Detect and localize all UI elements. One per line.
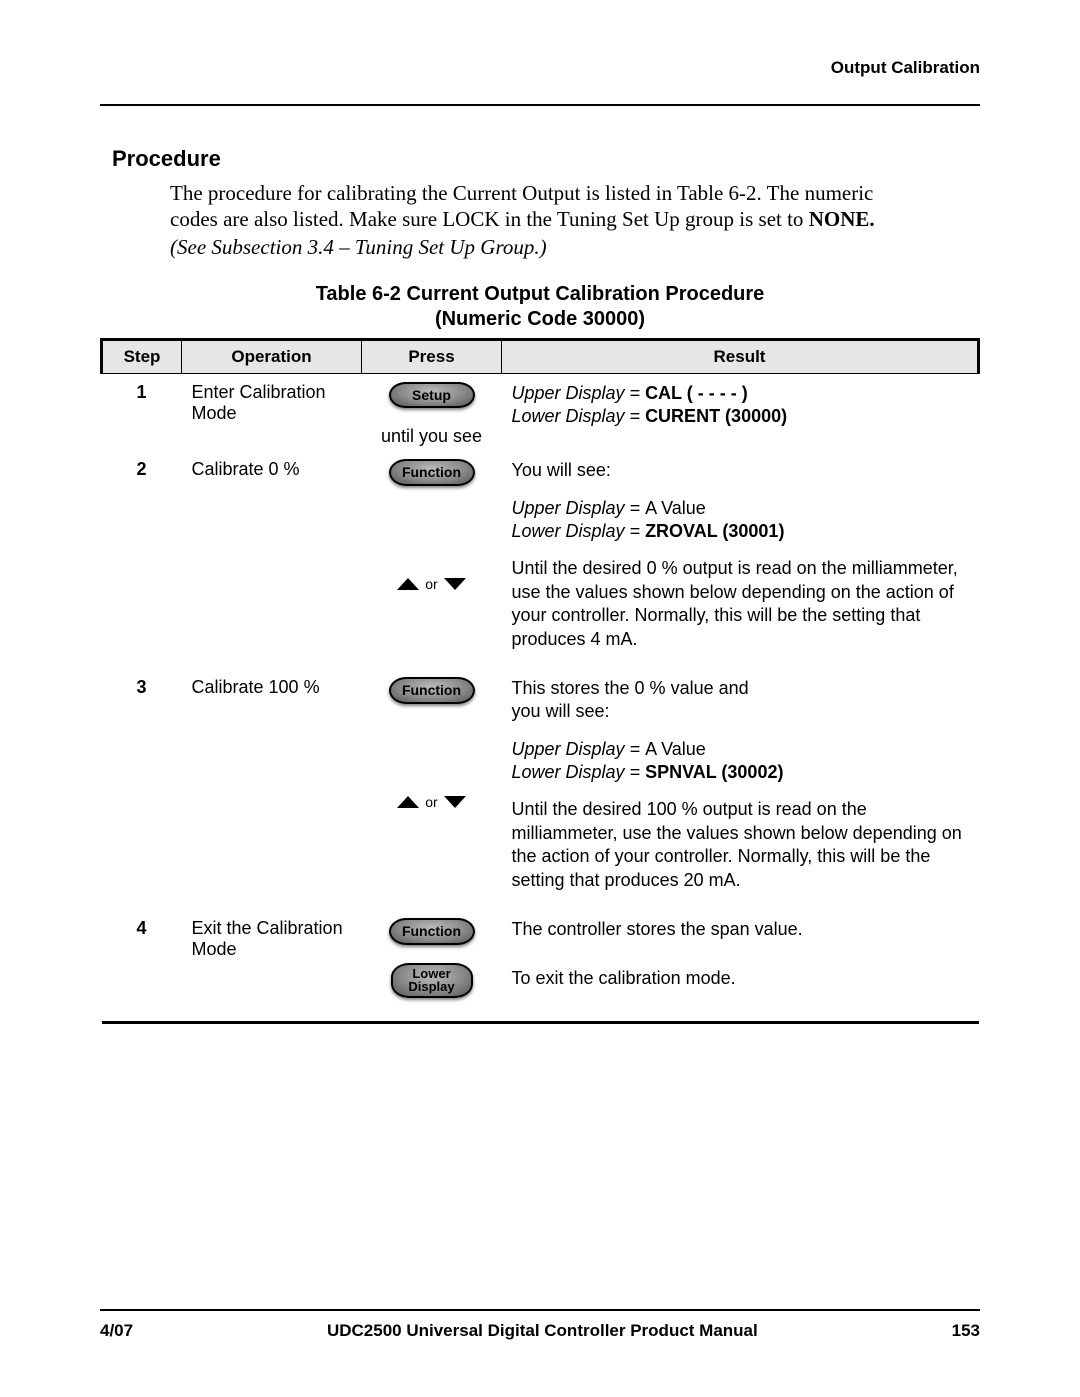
intro-paragraph: The procedure for calibrating the Curren… — [170, 180, 980, 233]
result-intro-l2: you will see: — [512, 701, 610, 721]
or-label: or — [425, 576, 437, 592]
table-row: 2 Calibrate 0 % Function or You will s — [102, 451, 979, 669]
lower-display-value: SPNVAL (30002) — [645, 762, 783, 782]
step-press: Function Lower Display — [362, 910, 502, 1009]
header-rule — [100, 104, 980, 106]
step-number: 1 — [102, 373, 182, 451]
col-press: Press — [362, 339, 502, 373]
intro-line2-bold: NONE. — [809, 207, 875, 231]
upper-display-label: Upper Display = — [512, 383, 646, 403]
col-result: Result — [502, 339, 979, 373]
lower-display-label: Lower Display = — [512, 521, 646, 541]
step-number: 2 — [102, 451, 182, 669]
table-caption: Table 6-2 Current Output Calibration Pro… — [100, 282, 980, 332]
upper-display-value: A Value — [645, 739, 706, 759]
step-result: Upper Display = CAL ( - - - - ) Lower Di… — [502, 373, 979, 451]
lower-display-label: Lower Display = — [512, 406, 646, 426]
table-header-row: Step Operation Press Result — [102, 339, 979, 373]
upper-display-value: CAL ( - - - - ) — [645, 383, 748, 403]
up-down-keys-icon: or — [395, 576, 467, 592]
step-press: Function or — [362, 451, 502, 669]
lower-display-value: ZROVAL (30001) — [645, 521, 784, 541]
table-row: 1 Enter Calibration Mode Setup until you… — [102, 373, 979, 451]
footer-date: 4/07 — [100, 1321, 133, 1341]
function-key-icon: Function — [389, 918, 475, 945]
lower-display-key-line2: Display — [408, 979, 454, 994]
result-arrows-text: Until the desired 100 % output is read o… — [512, 798, 969, 892]
table-row: 4 Exit the Calibration Mode Function Low… — [102, 910, 979, 1009]
step-operation: Enter Calibration Mode — [182, 373, 362, 451]
function-key-icon: Function — [389, 677, 475, 704]
table-bottom-rule — [102, 1009, 979, 1023]
step-result: You will see: Upper Display = A Value Lo… — [502, 451, 979, 669]
step-number: 4 — [102, 910, 182, 1009]
result-intro: You will see: — [512, 459, 969, 482]
table-caption-line1: Table 6-2 Current Output Calibration Pro… — [316, 283, 765, 305]
upper-display-label: Upper Display = — [512, 739, 646, 759]
up-down-keys-icon: or — [395, 794, 467, 810]
intro-line2-prefix: codes are also listed. Make sure LOCK in… — [170, 207, 809, 231]
press-note: until you see — [381, 426, 482, 447]
section-heading: Procedure — [112, 146, 980, 172]
footer-title: UDC2500 Universal Digital Controller Pro… — [327, 1321, 758, 1341]
upper-display-label: Upper Display = — [512, 498, 646, 518]
step-result: The controller stores the span value. To… — [502, 910, 979, 1009]
lower-display-value: CURENT (30000) — [645, 406, 787, 426]
step-number: 3 — [102, 669, 182, 910]
function-key-icon: Function — [389, 459, 475, 486]
col-step: Step — [102, 339, 182, 373]
step-press: Function or — [362, 669, 502, 910]
result-intro-l1: This stores the 0 % value and — [512, 678, 749, 698]
step-operation: Calibrate 0 % — [182, 451, 362, 669]
lower-display-key-icon: Lower Display — [391, 963, 473, 998]
page: Output Calibration Procedure The procedu… — [0, 0, 1080, 1397]
result-function-text: The controller stores the span value. — [512, 918, 969, 941]
step-press: Setup until you see — [362, 373, 502, 451]
page-footer: 4/07 UDC2500 Universal Digital Controlle… — [100, 1309, 980, 1341]
upper-display-value: A Value — [645, 498, 706, 518]
setup-key-icon: Setup — [389, 382, 475, 409]
table-row: 3 Calibrate 100 % Function or — [102, 669, 979, 910]
intro-reference: (See Subsection 3.4 – Tuning Set Up Grou… — [170, 235, 980, 260]
running-header: Output Calibration — [100, 56, 980, 84]
intro-line1: The procedure for calibrating the Curren… — [170, 181, 873, 205]
lower-display-label: Lower Display = — [512, 762, 646, 782]
procedure-table: Step Operation Press Result 1 Enter Cali… — [100, 338, 980, 1024]
or-label: or — [425, 794, 437, 810]
step-operation: Exit the Calibration Mode — [182, 910, 362, 1009]
result-lower-text: To exit the calibration mode. — [512, 967, 969, 990]
step-result: This stores the 0 % value and you will s… — [502, 669, 979, 910]
col-operation: Operation — [182, 339, 362, 373]
result-arrows-text: Until the desired 0 % output is read on … — [512, 557, 969, 651]
step-operation: Calibrate 100 % — [182, 669, 362, 910]
footer-page: 153 — [952, 1321, 980, 1341]
header-section-label: Output Calibration — [831, 58, 980, 77]
table-caption-line2: (Numeric Code 30000) — [435, 308, 645, 330]
